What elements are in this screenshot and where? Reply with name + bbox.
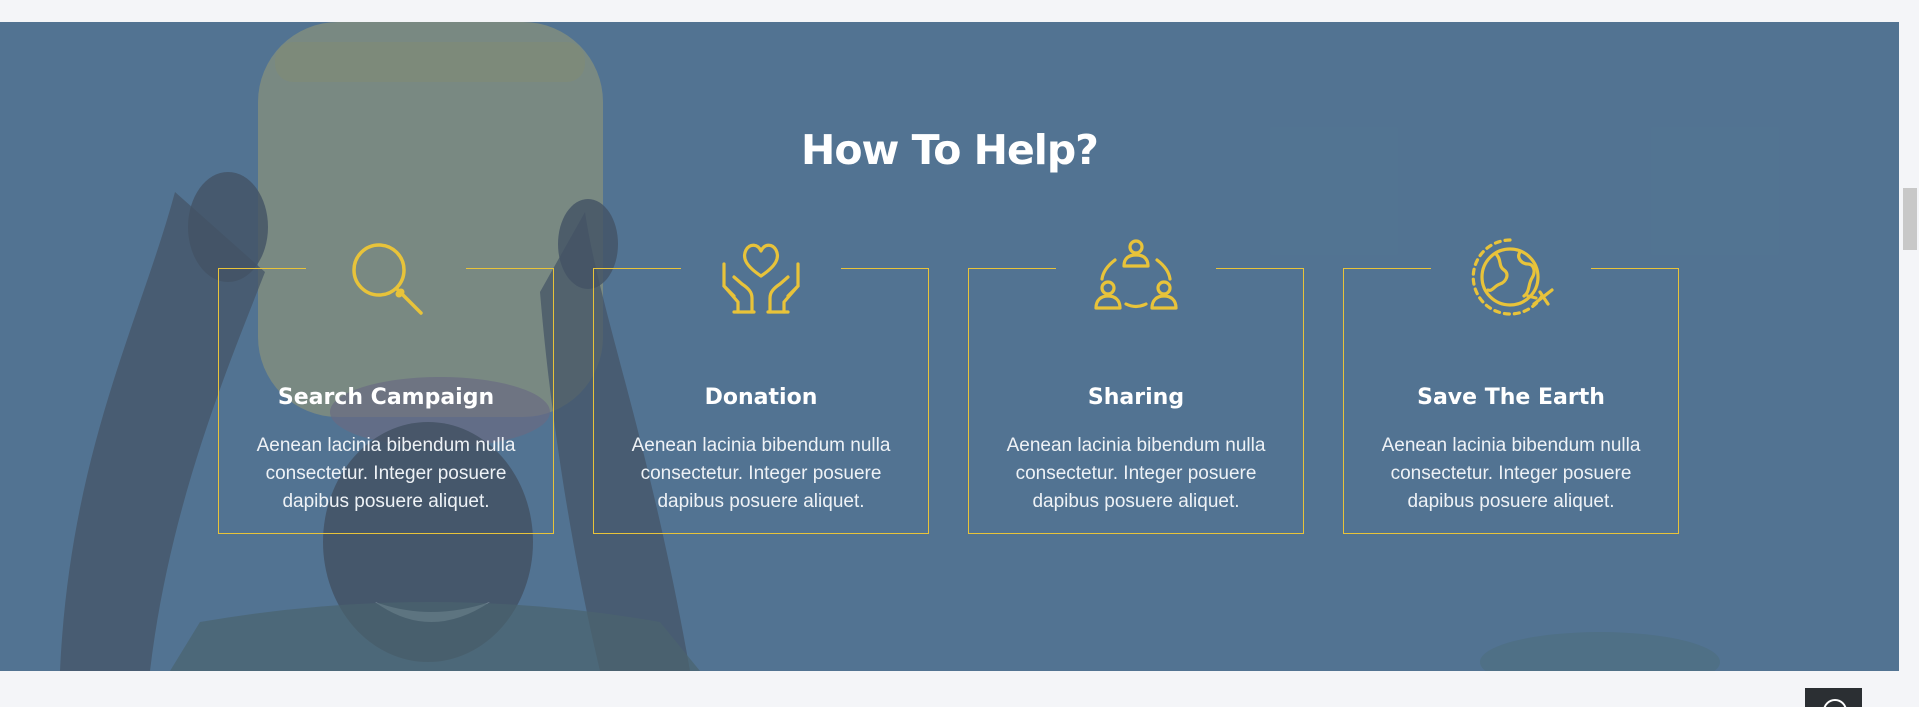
- help-card-sharing[interactable]: Sharing Aenean lacinia bibendum nulla co…: [968, 239, 1304, 534]
- globe-plane-icon: [1466, 234, 1556, 324]
- search-icon: [341, 234, 431, 324]
- section-title: How To Help?: [801, 126, 1099, 174]
- card-border-segment: [968, 268, 1056, 269]
- card-description: Aenean lacinia bibendum nulla consectetu…: [1381, 435, 1641, 512]
- card-border-segment: [466, 268, 554, 269]
- card-border-segment: [841, 268, 929, 269]
- heart-hands-icon: [716, 234, 806, 324]
- card-border-segment: [218, 268, 306, 269]
- card-border-segment: [593, 268, 681, 269]
- card-description: Aenean lacinia bibendum nulla consectetu…: [256, 435, 516, 512]
- card-border-segment: [1216, 268, 1304, 269]
- card-description: Aenean lacinia bibendum nulla consectetu…: [1006, 435, 1266, 512]
- help-card-save-the-earth[interactable]: Save The Earth Aenean lacinia bibendum n…: [1343, 238, 1679, 534]
- card-border-segment: [1343, 268, 1431, 269]
- card-title: Donation: [704, 385, 818, 410]
- card-title: Save The Earth: [1417, 385, 1605, 410]
- page: How To Help? Search Campaign Aenean laci…: [0, 0, 1919, 707]
- card-title: Sharing: [1087, 385, 1185, 410]
- people-network-icon: [1091, 234, 1181, 324]
- card-description: Aenean lacinia bibendum nulla consectetu…: [631, 435, 891, 512]
- how-to-help-section: How To Help? Search Campaign Aenean laci…: [0, 22, 1899, 671]
- card-border-segment: [1591, 268, 1679, 269]
- scrollbar-thumb[interactable]: [1903, 188, 1917, 250]
- help-card-donation[interactable]: Donation Aenean lacinia bibendum nulla c…: [593, 243, 929, 534]
- help-card-search-campaign[interactable]: Search Campaign Aenean lacinia bibendum …: [218, 243, 554, 534]
- arrow-up-circle-icon: [1823, 699, 1847, 707]
- card-title: Search Campaign: [277, 385, 495, 410]
- scroll-to-top-button[interactable]: [1805, 688, 1862, 707]
